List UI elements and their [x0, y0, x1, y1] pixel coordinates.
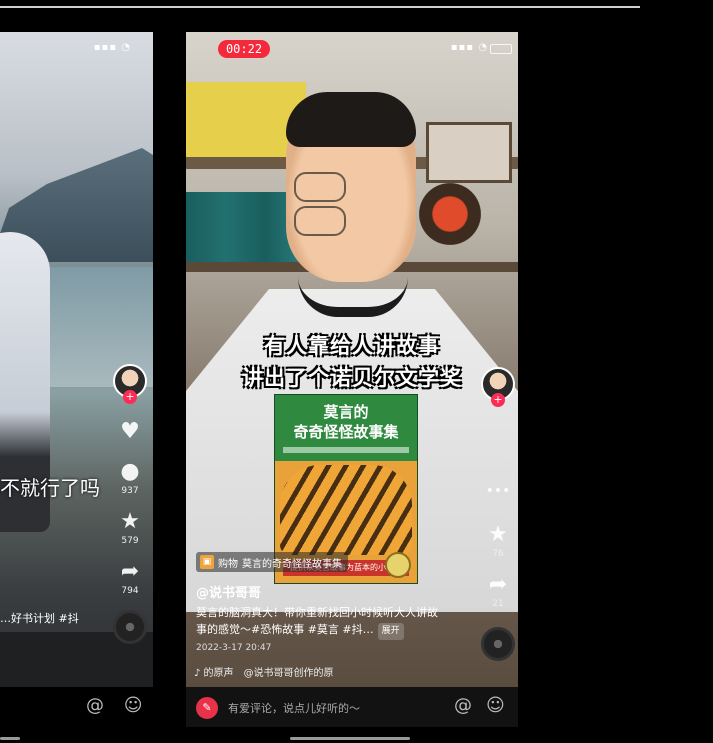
comment-action[interactable]: ● 937: [120, 459, 140, 497]
home-indicator-left: [0, 737, 20, 740]
main-action-column: + ••• ★ 76 ➦ 21: [478, 367, 518, 661]
follow-plus-icon[interactable]: +: [123, 390, 137, 404]
overlay-caption-line2: 讲出了个诺贝尔文学奖: [242, 366, 462, 390]
music-disc-icon: [113, 610, 147, 644]
star-icon: ★: [488, 522, 508, 547]
expand-button[interactable]: 展开: [377, 623, 404, 640]
left-bottom-icons: @ ☺: [86, 695, 143, 716]
favorite-count: 76: [492, 549, 504, 559]
shop-item-title: 莫言的奇奇怪怪故事集: [242, 558, 342, 570]
current-video-panel[interactable]: 00:22 ▪▪▪ ◔ 莫言的 奇奇怪怪故事集 提供以莫言故事为蓝本的小说集 有…: [186, 32, 518, 687]
like-action[interactable]: ♥: [120, 420, 140, 446]
pen-icon: ✎: [196, 697, 218, 719]
book-title-line2: 奇奇怪怪故事集: [293, 423, 399, 441]
glasses: [294, 172, 409, 236]
favorite-action[interactable]: ★ 76: [488, 522, 508, 560]
battery-icon: [490, 44, 512, 54]
left-action-column: + ♥ ● 937 ★ 579 ➦ 794: [110, 364, 150, 644]
more-icon: •••: [485, 483, 511, 499]
presenter-hair: [286, 92, 416, 147]
video-caption: 不就行了吗: [0, 476, 100, 500]
at-icon[interactable]: @: [454, 695, 472, 716]
share-icon: ➦: [120, 559, 140, 584]
share-count: 21: [492, 599, 504, 609]
emoji-icon[interactable]: ☺: [486, 695, 505, 716]
home-indicator-main: [290, 737, 410, 740]
share-action[interactable]: ➦ 794: [120, 559, 140, 597]
comment-bar: ✎ 有爱评论，说点儿好听的～ @ ☺: [186, 687, 518, 727]
music-disc-action[interactable]: [113, 610, 147, 644]
music-source: @说书哥哥创作的原: [243, 668, 334, 679]
share-count: 794: [121, 586, 139, 596]
music-label: ♪ 的原声: [194, 668, 234, 679]
status-icons: ▪▪▪ ◔: [450, 42, 488, 53]
author-name[interactable]: @说书哥哥: [196, 582, 261, 601]
recording-timer: 00:22: [218, 40, 270, 58]
author-avatar[interactable]: +: [481, 367, 515, 407]
book-title-line1: 莫言的: [323, 403, 369, 421]
top-divider: [0, 6, 640, 8]
tiger-illustration: [280, 465, 412, 555]
at-icon[interactable]: @: [86, 695, 104, 716]
comment-icon: ●: [120, 459, 140, 484]
follow-plus-icon[interactable]: +: [491, 393, 505, 407]
previous-video-panel[interactable]: ▪▪▪ ◔ 不就行了吗 …好书计划 #抖 + ♥ ● 937 ★ 579 ➦ 7…: [0, 32, 153, 687]
picture-frame: [426, 122, 512, 183]
shopping-link[interactable]: ▣ 购物 莫言的奇奇怪怪故事集: [196, 552, 348, 572]
share-icon: ➦: [488, 572, 508, 597]
comment-input[interactable]: ✎ 有爱评论，说点儿好听的～: [196, 697, 360, 719]
star-icon: ★: [120, 509, 140, 534]
video-description: 莫言的脑洞真大！带你重新找回小时候听大人讲故事的感觉～#恐怖故事 #莫言 #抖……: [196, 604, 446, 640]
more-action[interactable]: •••: [486, 479, 511, 503]
book-seal: [385, 552, 411, 578]
post-date: 2022-3-17 20:47: [196, 643, 272, 653]
comment-count: 937: [121, 486, 139, 496]
video-description: …好书计划 #抖: [0, 612, 79, 625]
toy-figures: [418, 182, 498, 262]
comment-placeholder: 有爱评论，说点儿好听的～: [228, 702, 360, 715]
overlay-caption-line1: 有人靠给人讲故事: [264, 334, 440, 358]
emoji-icon[interactable]: ☺: [124, 695, 143, 716]
music-info[interactable]: ♪ 的原声 @说书哥哥创作的原: [194, 664, 334, 679]
shopping-cart-icon: ▣: [200, 555, 214, 569]
share-action[interactable]: ➦ 21: [488, 572, 508, 610]
music-disc-icon: [481, 627, 515, 661]
status-icons: ▪▪▪ ◔: [93, 42, 131, 53]
author-avatar[interactable]: +: [113, 364, 147, 404]
favorite-action[interactable]: ★ 579: [120, 509, 140, 547]
music-disc-action[interactable]: [481, 627, 515, 661]
book-subtitle-bar: [283, 447, 409, 453]
favorite-count: 579: [121, 536, 139, 546]
heart-icon: ♥: [120, 419, 140, 444]
